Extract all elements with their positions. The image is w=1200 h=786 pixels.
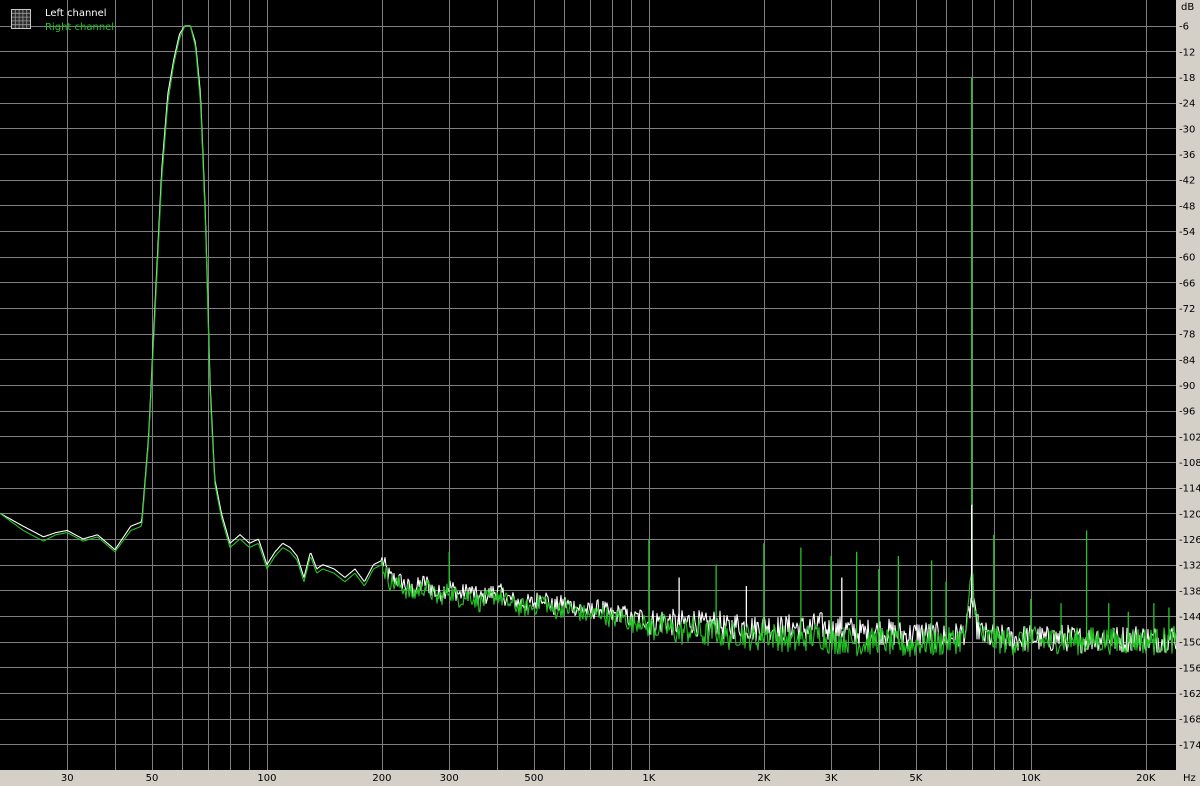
y-tick-label: -174: [1179, 740, 1200, 751]
y-tick-label: -66: [1179, 278, 1195, 289]
x-tick-label: 3K: [825, 773, 838, 784]
y-tick-label: -72: [1179, 304, 1195, 315]
x-tick-label: 50: [146, 773, 159, 784]
grid-icon[interactable]: [11, 9, 31, 29]
spectrum-chart: 30 50 100 200 300 500 1K 2K 3K 5K 10K 20K -6 -12 -18 -…: [0, 0, 1200, 786]
y-tick-label: -126: [1179, 535, 1200, 546]
x-tick-label: 300: [440, 773, 459, 784]
x-tick-label: 500: [524, 773, 543, 784]
y-tick-label: -12: [1179, 47, 1195, 58]
y-tick-label: -6: [1179, 22, 1189, 33]
y-tick-label: -162: [1179, 689, 1200, 700]
y-tick-label: -156: [1179, 663, 1200, 674]
y-tick-label: -54: [1179, 227, 1195, 238]
legend-left-channel: Left channel: [45, 8, 107, 19]
x-tick-label: 100: [257, 773, 276, 784]
x-tick-label: 200: [372, 773, 391, 784]
y-tick-label: -30: [1179, 124, 1195, 135]
legend-right-channel: Right channel: [45, 22, 114, 33]
x-tick-label: 2K: [757, 773, 770, 784]
y-tick-label: -90: [1179, 381, 1195, 392]
y-tick-label: -168: [1179, 715, 1200, 726]
y-tick-label: -48: [1179, 201, 1195, 212]
y-tick-label: -138: [1179, 586, 1200, 597]
legend-icon-frame: [11, 9, 31, 29]
x-tick-label: 5K: [909, 773, 922, 784]
y-tick-label: -108: [1179, 458, 1200, 469]
y-unit-label: dB: [1181, 2, 1194, 13]
y-tick-label: -150: [1179, 638, 1200, 649]
y-tick-label: -78: [1179, 330, 1195, 341]
x-tick-label: 10K: [1021, 773, 1041, 784]
x-tick-label: 1K: [642, 773, 655, 784]
x-unit-label: Hz: [1183, 773, 1196, 784]
y-tick-label: -60: [1179, 253, 1195, 264]
y-tick-label: -114: [1179, 484, 1200, 495]
y-tick-label: -102: [1179, 432, 1200, 443]
y-tick-label: -42: [1179, 176, 1195, 187]
y-tick-label: -144: [1179, 612, 1200, 623]
x-tick-label: 20K: [1136, 773, 1156, 784]
y-tick-label: -24: [1179, 99, 1195, 110]
y-tick-label: -36: [1179, 150, 1195, 161]
y-tick-label: -84: [1179, 355, 1195, 366]
y-tick-label: -132: [1179, 561, 1200, 572]
y-tick-label: -120: [1179, 509, 1200, 520]
x-tick-label: 30: [61, 773, 74, 784]
y-tick-label: -96: [1179, 407, 1195, 418]
y-tick-label: -18: [1179, 73, 1195, 84]
